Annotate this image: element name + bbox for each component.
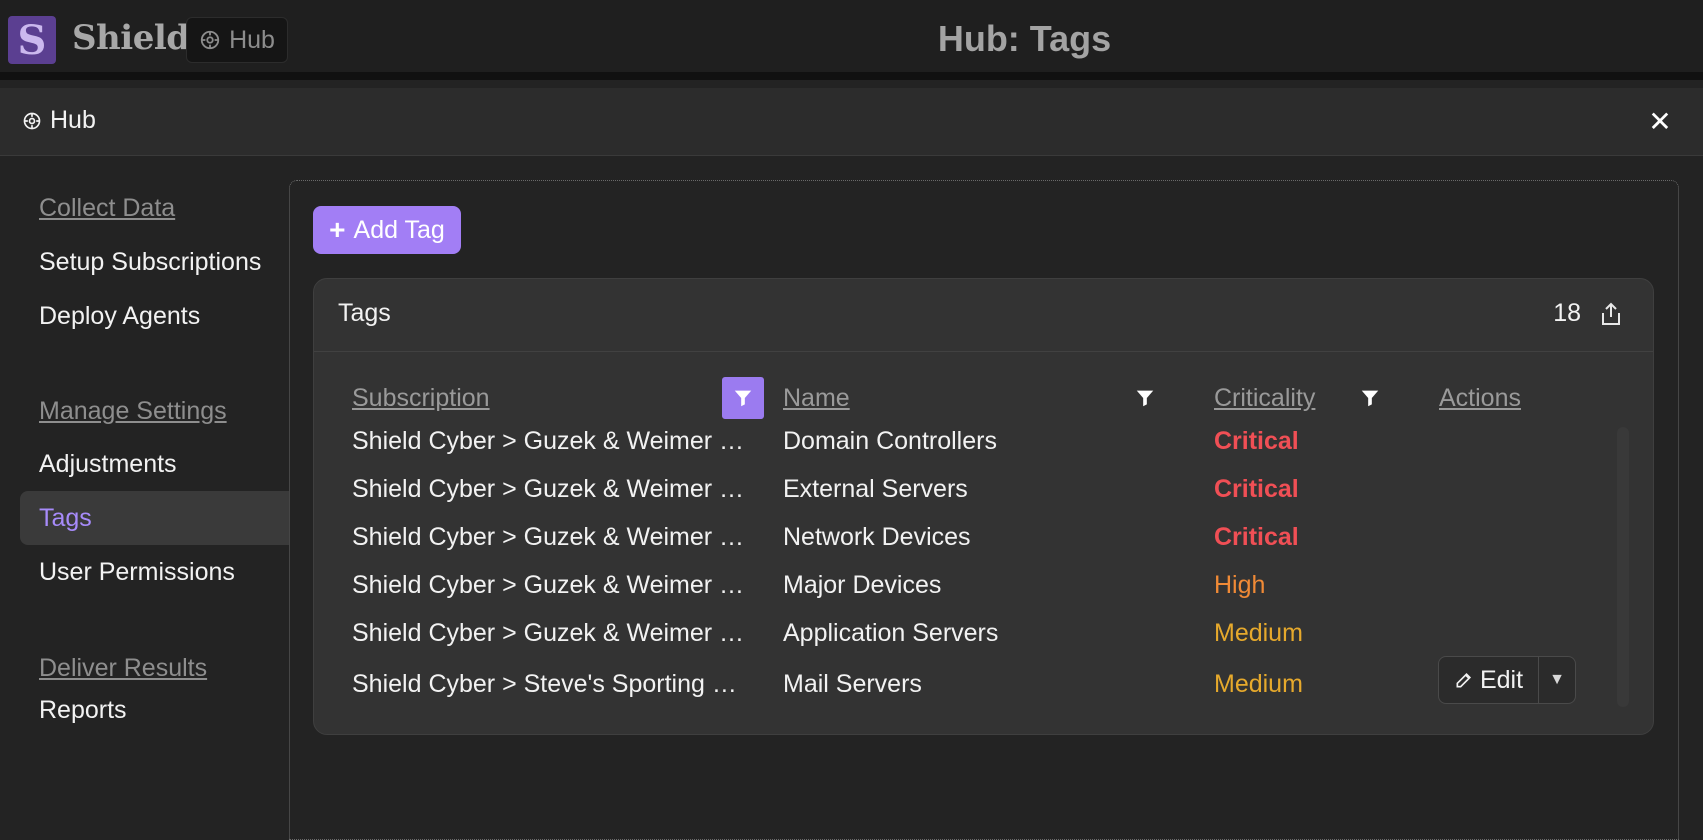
close-icon[interactable]: ✕	[1645, 106, 1675, 137]
subscription-cell: Shield Cyber > Guzek & Weimer LLP	[352, 427, 752, 455]
criticality-cell: Critical	[1214, 523, 1299, 551]
hub-gear-icon	[23, 112, 41, 129]
modal-title: Hub	[22, 106, 96, 135]
sidebar-item-deploy-agents[interactable]: Deploy Agents	[20, 289, 289, 343]
criticality-cell: Medium	[1214, 619, 1303, 647]
criticality-cell: Critical	[1214, 427, 1299, 455]
modal-header: Hub ✕	[0, 88, 1703, 156]
name-filter-button[interactable]	[1124, 377, 1166, 419]
edit-button[interactable]: Edit	[1439, 657, 1539, 703]
sidebar-item-adjustments[interactable]: Adjustments	[20, 437, 289, 491]
column-header-criticality[interactable]: Criticality	[1214, 384, 1315, 413]
filter-icon	[1136, 390, 1154, 407]
subscription-filter-button[interactable]	[722, 377, 764, 419]
tags-content-panel: + Add Tag Tags 18 Subscription Name Crit…	[289, 180, 1679, 840]
name-cell: Major Devices	[783, 571, 942, 599]
filter-icon	[1361, 390, 1379, 407]
caret-down-icon[interactable]: ▼	[1539, 657, 1575, 703]
modal-title-label: Hub	[50, 106, 96, 134]
table-scrollbar[interactable]	[1617, 427, 1629, 707]
tags-card-title: Tags	[338, 299, 391, 327]
sidebar-section-collect-data[interactable]: Collect Data	[39, 194, 175, 223]
page-title: Hub: Tags	[937, 18, 1112, 59]
tags-card-header: Tags 18	[314, 279, 1653, 352]
filter-icon	[734, 390, 752, 407]
edit-label: Edit	[1479, 665, 1524, 694]
criticality-cell: Medium	[1214, 670, 1303, 698]
name-cell: External Servers	[783, 475, 968, 503]
top-bar: S Shield Hub Hub: Tags	[0, 0, 1703, 80]
export-icon[interactable]	[1599, 301, 1623, 327]
criticality-filter-button[interactable]	[1349, 377, 1391, 419]
column-header-actions[interactable]: Actions	[1439, 384, 1521, 413]
criticality-cell: Critical	[1214, 475, 1299, 503]
add-tag-button[interactable]: + Add Tag	[313, 206, 461, 254]
table-row[interactable]: Shield Cyber > Guzek & Weimer LLP Networ…	[314, 523, 1653, 571]
name-cell: Domain Controllers	[783, 427, 997, 455]
plus-icon: +	[329, 214, 346, 245]
sidebar-item-tags[interactable]: Tags	[20, 491, 289, 545]
add-tag-label: Add Tag	[353, 215, 445, 244]
criticality-cell: High	[1214, 571, 1266, 599]
pencil-icon	[1456, 672, 1471, 688]
subscription-cell: Shield Cyber > Guzek & Weimer LLP	[352, 475, 752, 503]
tags-card: Tags 18 Subscription Name Criticality Ac…	[313, 278, 1654, 735]
name-cell: Application Servers	[783, 619, 999, 647]
row-actions-split-button: Edit ▼	[1438, 656, 1576, 704]
subscription-cell: Shield Cyber > Guzek & Weimer LLP	[352, 571, 752, 599]
subscription-cell: Shield Cyber > Steve's Sporting G...	[352, 670, 752, 698]
tags-count: 18	[1553, 299, 1581, 327]
column-header-name[interactable]: Name	[783, 384, 850, 413]
sidebar-section-manage-settings[interactable]: Manage Settings	[39, 397, 227, 426]
table-row[interactable]: Shield Cyber > Guzek & Weimer LLP Domain…	[314, 427, 1653, 475]
sidebar-section-deliver-results[interactable]: Deliver Results	[39, 654, 207, 683]
sidebar-item-reports[interactable]: Reports	[20, 683, 289, 737]
sidebar-item-user-permissions[interactable]: User Permissions	[20, 545, 289, 599]
name-cell: Mail Servers	[783, 670, 922, 698]
sidebar-item-setup-subscriptions[interactable]: Setup Subscriptions	[20, 235, 289, 289]
column-header-subscription[interactable]: Subscription	[352, 384, 490, 413]
table-row[interactable]: Shield Cyber > Guzek & Weimer LLP Extern…	[314, 475, 1653, 523]
subscription-cell: Shield Cyber > Guzek & Weimer LLP	[352, 619, 752, 647]
table-row[interactable]: Shield Cyber > Guzek & Weimer LLP Major …	[314, 571, 1653, 619]
subscription-cell: Shield Cyber > Guzek & Weimer LLP	[352, 523, 752, 551]
sidebar: Collect Data Setup Subscriptions Deploy …	[0, 157, 289, 820]
name-cell: Network Devices	[783, 523, 971, 551]
